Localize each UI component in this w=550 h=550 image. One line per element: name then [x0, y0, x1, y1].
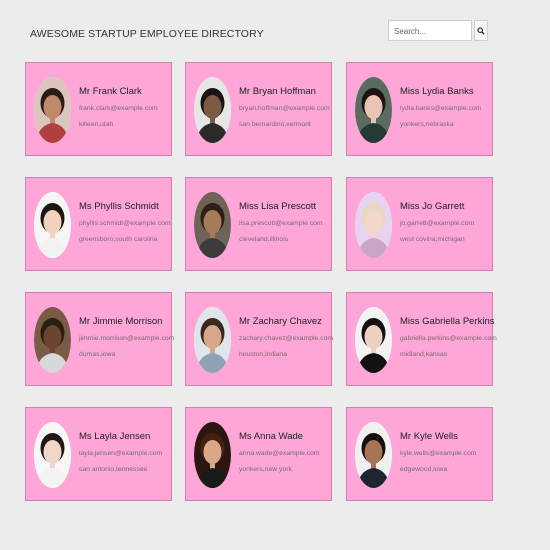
- employee-card[interactable]: Ms Phyllis Schmidt phyllis.schmidt@exampl…: [25, 177, 172, 271]
- employee-name: Mr Zachary Chavez: [239, 316, 322, 327]
- avatar: [355, 422, 392, 488]
- employee-location: cleveland,illinois: [239, 236, 289, 243]
- employee-location: houston,indiana: [239, 351, 287, 358]
- employee-location: san bernardino,vermont: [239, 121, 311, 128]
- employee-email: kyle.wells@example.com: [400, 450, 477, 457]
- employee-location: edgewood,iowa: [400, 466, 448, 473]
- employee-name: Mr Bryan Hoffman: [239, 86, 316, 97]
- employee-email: frank.clark@example.com: [79, 105, 158, 112]
- employee-email: lisa.prescott@example.com: [239, 220, 323, 227]
- search-input[interactable]: [389, 22, 474, 41]
- employee-name: Miss Lydia Banks: [400, 86, 474, 97]
- avatar: [34, 77, 71, 143]
- avatar: [355, 192, 392, 258]
- employee-name: Miss Jo Garrett: [400, 201, 465, 212]
- avatar: [355, 77, 392, 143]
- employee-name: Mr Kyle Wells: [400, 431, 458, 442]
- avatar: [194, 77, 231, 143]
- employee-email: zachary.chavez@example.com: [239, 335, 334, 342]
- page-title: AWESOME STARTUP EMPLOYEE DIRECTORY: [30, 28, 264, 40]
- employee-email: bryan.hoffman@example.com: [239, 105, 330, 112]
- employee-name: Miss Gabriella Perkins: [400, 316, 495, 327]
- employee-location: west covina,michigan: [400, 236, 465, 243]
- search-field[interactable]: [388, 20, 474, 41]
- employee-card[interactable]: Miss Gabriella Perkins gabriella.perkins@…: [346, 292, 497, 386]
- employee-location: san antonio,tennessee: [79, 466, 148, 473]
- employee-card[interactable]: Mr Jimmie Morrison jimmie.morrison@exampl…: [25, 292, 175, 386]
- directory-header: AWESOME STARTUP EMPLOYEE DIRECTORY: [30, 20, 530, 44]
- employee-email: gabriella.perkins@example.com: [400, 335, 497, 342]
- employee-card[interactable]: Ms Layla Jensen layla.jensen@example.com s…: [25, 407, 172, 501]
- employee-name: Mr Frank Clark: [79, 86, 142, 97]
- employee-location: killeen,utah: [79, 121, 114, 128]
- avatar: [34, 307, 71, 373]
- employee-name: Ms Anna Wade: [239, 431, 304, 442]
- employee-name: Ms Layla Jensen: [79, 431, 151, 442]
- employee-card[interactable]: Miss Lydia Banks lydia.banks@example.com y…: [346, 62, 493, 156]
- search-button[interactable]: [474, 20, 488, 41]
- employee-card[interactable]: Mr Kyle Wells kyle.wells@example.com edgew…: [346, 407, 493, 501]
- employee-email: jo.garrett@example.com: [400, 220, 475, 227]
- avatar: [34, 192, 71, 258]
- employee-email: lydia.banks@example.com: [400, 105, 482, 112]
- employee-location: greensboro,south carolina: [79, 236, 158, 243]
- employee-email: anna.wade@example.com: [239, 450, 320, 457]
- employee-location: dumas,iowa: [79, 351, 116, 358]
- avatar: [194, 192, 231, 258]
- employee-card[interactable]: Ms Anna Wade anna.wade@example.com yonkers…: [185, 407, 332, 501]
- employee-card[interactable]: Miss Jo Garrett jo.garrett@example.com wes…: [346, 177, 493, 271]
- avatar: [194, 307, 231, 373]
- employee-location: midland,kansas: [400, 351, 448, 358]
- employee-card[interactable]: Mr Zachary Chavez zachary.chavez@example.…: [185, 292, 334, 386]
- employee-name: Ms Phyllis Schmidt: [79, 201, 159, 212]
- employee-card[interactable]: Mr Frank Clark frank.clark@example.com kil…: [25, 62, 172, 156]
- employee-email: jimmie.morrison@example.com: [79, 335, 175, 342]
- employee-location: yonkers,new york: [239, 466, 292, 473]
- employee-location: yonkers,nebraska: [400, 121, 454, 128]
- employee-name: Miss Lisa Prescott: [239, 201, 317, 212]
- employee-card[interactable]: Mr Bryan Hoffman bryan.hoffman@example.co…: [185, 62, 332, 156]
- avatar: [194, 422, 231, 488]
- employee-name: Mr Jimmie Morrison: [79, 316, 163, 327]
- avatar: [34, 422, 71, 488]
- employee-email: phyllis.schmidt@example.com: [79, 220, 171, 227]
- employee-card[interactable]: Miss Lisa Prescott lisa.prescott@example.…: [185, 177, 332, 271]
- search-icon: [477, 22, 485, 40]
- avatar: [355, 307, 392, 373]
- employee-email: layla.jensen@example.com: [79, 450, 163, 457]
